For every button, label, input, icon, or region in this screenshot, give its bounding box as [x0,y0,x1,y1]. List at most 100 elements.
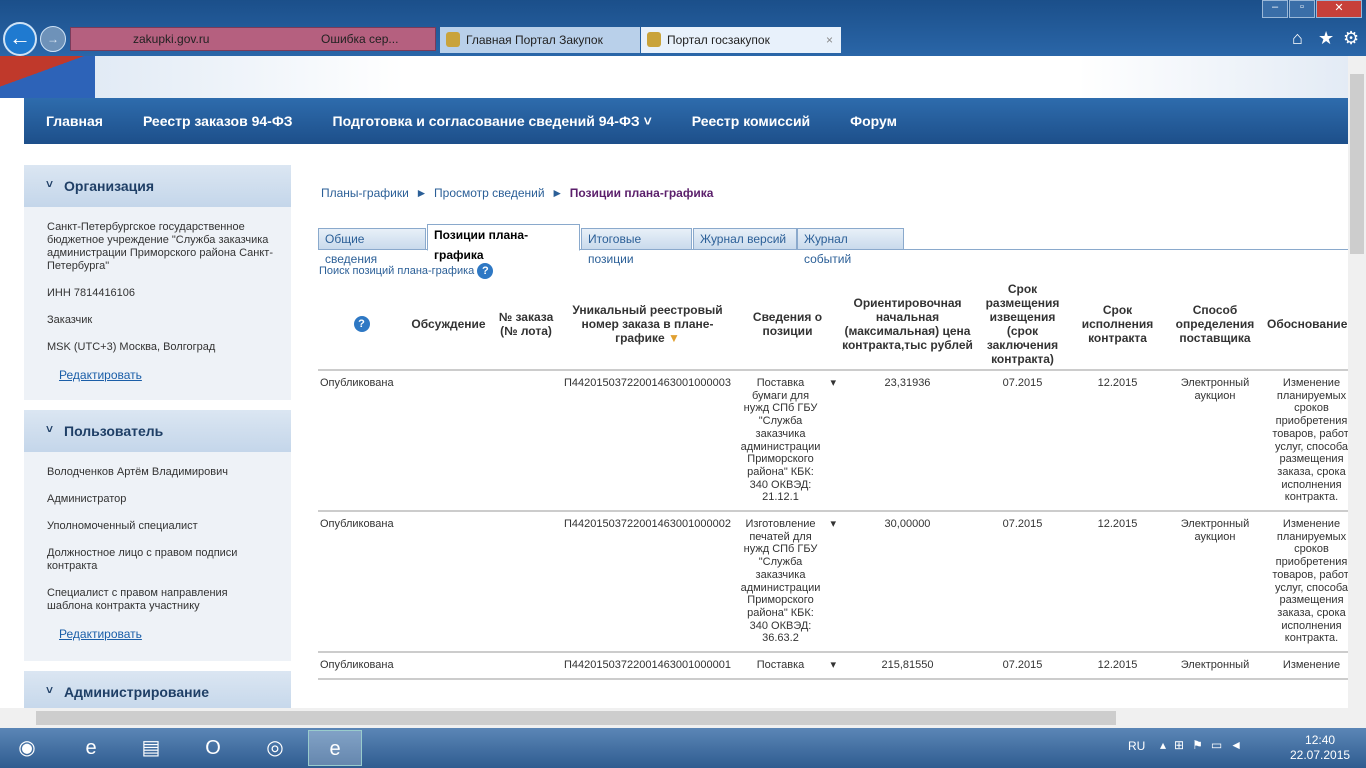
nav-forum[interactable]: Форум [850,113,897,129]
table-row[interactable]: Опубликована П44201503722001463001000001 П… [318,652,1348,680]
cell-discussion [405,511,492,654]
org-panel: Организация Санкт-Петербургское государс… [24,163,291,400]
cell-method: Электронный аукцион [1165,511,1265,654]
cell-order-number [492,652,560,680]
app-icon[interactable]: ◎ [248,730,302,766]
breadcrumb: Планы-графики ► Просмотр сведений ► Пози… [321,186,714,200]
taskbar: ◉ e ▤ O ◎ e RU ▴⊞⚑▭◄ 12:40 22.07.2015 [0,728,1366,768]
user-panel: Пользователь Володченков Артём Владимиро… [24,408,291,661]
outlook-icon[interactable]: O [186,730,240,766]
emblem-icon [446,32,460,47]
tab-positions[interactable]: Позиции плана-графика [427,224,580,262]
cell-reason: Изменение планируемых сроков приобретени… [1265,511,1348,654]
cell-status: Опубликована [318,370,405,513]
emblem-icon [647,32,661,47]
tab-versions[interactable]: Журнал версий [693,228,797,250]
cell-notice-date: 07.2015 [975,652,1070,680]
expand-dropdown-icon[interactable]: ▾ [830,659,836,672]
org-inn: ИНН 7814416106 [47,287,136,299]
language-indicator[interactable]: RU [1128,739,1145,753]
close-window-button[interactable]: ✕ [1316,0,1362,18]
nav-preparation[interactable]: Подготовка и согласование сведений 94-ФЗ… [333,113,652,129]
tab-portal-active[interactable]: Портал госзакупок × [641,27,841,53]
tab-general[interactable]: Общие сведения [318,228,426,266]
cell-price: 30,00000 [840,511,975,654]
cell-execution-date: 12.2015 [1070,652,1165,680]
tab-main-portal[interactable]: Главная Портал Закупок [440,27,640,53]
maximize-button[interactable]: ▫ [1289,0,1315,18]
user-name: Володченков Артём Владимирович [47,466,229,478]
home-icon[interactable]: ⌂ [1292,28,1303,49]
close-tab-icon[interactable]: × [826,27,833,53]
minimize-button[interactable]: – [1262,0,1288,18]
clock[interactable]: 12:40 22.07.2015 [1290,733,1350,763]
start-button[interactable]: ◉ [0,730,54,766]
col-price: Ориентировочная начальная (максимальная)… [840,278,975,371]
cell-status: Опубликована [318,652,405,680]
page-content: Главная Реестр заказов 94-ФЗ Подготовка … [0,56,1348,708]
org-edit-link[interactable]: Редактировать [59,368,291,382]
url-text: zakupki.gov.ru [133,32,210,46]
col-registry-number[interactable]: Уникальный реестровый номер заказа в пла… [560,278,735,371]
cell-registry-number: П44201503722001463001000002 [560,511,735,654]
explorer-icon[interactable]: ▤ [124,730,178,766]
expand-dropdown-icon[interactable]: ▾ [830,377,836,390]
browser-chrome: ← → zakupki.gov.ru Ошибка сер... Главная … [0,0,1366,56]
cell-notice-date: 07.2015 [975,511,1070,654]
cell-discussion [405,370,492,513]
admin-panel: Администрирование [24,669,291,708]
cell-reason: Изменение [1265,652,1348,680]
col-help[interactable]: ? [318,278,405,371]
org-name: Санкт-Петербургское государственное бюдж… [47,221,273,272]
cell-execution-date: 12.2015 [1070,370,1165,513]
user-role: Специалист с правом направления шаблона … [47,587,228,612]
help-icon[interactable]: ? [477,263,494,279]
certificate-error[interactable]: Ошибка сер... [321,28,398,50]
horizontal-scrollbar[interactable] [0,708,1348,728]
cell-reason: Изменение планируемых сроков приобретени… [1265,370,1348,513]
table-row[interactable]: Опубликована П44201503722001463001000002 И… [318,511,1348,654]
tab-bar: Общие сведения Позиции плана-графика Ито… [318,224,1348,266]
ie-active-icon[interactable]: e [308,730,362,766]
user-role: Должностное лицо с правом подписи контра… [47,547,238,572]
expand-dropdown-icon[interactable]: ▾ [830,518,836,531]
crumb-plans[interactable]: Планы-графики [321,186,409,200]
col-method: Способ определения поставщика [1165,278,1265,371]
forward-button[interactable]: → [40,26,66,52]
user-role: Администратор [47,493,127,505]
table-row[interactable]: Опубликована П44201503722001463001000003 П… [318,370,1348,513]
cell-notice-date: 07.2015 [975,370,1070,513]
user-edit-link[interactable]: Редактировать [59,627,291,641]
tray-icons[interactable]: ▴⊞⚑▭◄ [1160,738,1250,752]
cell-method: Электронный [1165,652,1265,680]
settings-gear-icon[interactable]: ⚙ [1343,28,1359,49]
cell-price: 215,81550 [840,652,975,680]
address-bar[interactable]: zakupki.gov.ru Ошибка сер... [70,27,436,51]
cell-discussion [405,652,492,680]
crumb-view[interactable]: Просмотр сведений [434,186,545,200]
org-panel-header[interactable]: Организация [24,163,291,207]
nav-home[interactable]: Главная [46,113,103,129]
help-icon[interactable]: ? [353,315,370,332]
back-button[interactable]: ← [3,22,37,56]
col-discussion: Обсуждение [405,278,492,371]
org-timezone: MSK (UTC+3) Москва, Волгоград [47,341,216,353]
user-panel-header[interactable]: Пользователь [24,408,291,452]
cell-method: Электронный аукцион [1165,370,1265,513]
col-notice-date: Срок размещения извещения (срок заключен… [975,278,1070,371]
nav-orders-registry[interactable]: Реестр заказов 94-ФЗ [143,113,293,129]
main-nav: Главная Реестр заказов 94-ФЗ Подготовка … [24,98,1348,144]
favorites-star-icon[interactable]: ★ [1318,28,1334,49]
sort-icon[interactable]: ▼ [668,331,680,345]
ie-icon[interactable]: e [64,730,118,766]
admin-panel-header[interactable]: Администрирование [24,669,291,708]
vertical-scrollbar[interactable] [1348,56,1366,728]
col-position-info: Сведения о позиции [735,278,840,371]
nav-commissions[interactable]: Реестр комиссий [692,113,810,129]
cell-price: 23,31936 [840,370,975,513]
tab-events[interactable]: Журнал событий [797,228,904,266]
search-positions-link[interactable]: Поиск позиций плана-графика ? [319,263,494,279]
cell-registry-number: П44201503722001463001000003 [560,370,735,513]
user-role: Уполномоченный специалист [47,520,198,532]
tab-totals[interactable]: Итоговые позиции [581,228,692,266]
